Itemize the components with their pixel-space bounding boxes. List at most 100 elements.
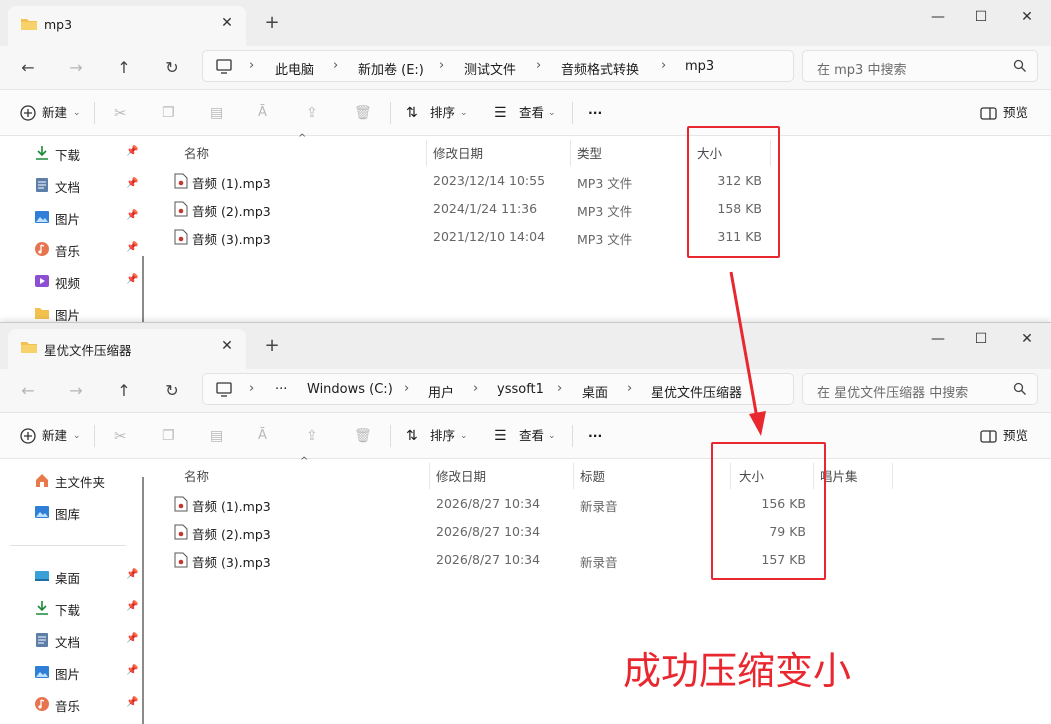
close-window-icon[interactable]: ✕ [1016,328,1038,350]
view-button[interactable]: 查看 [519,425,544,447]
refresh-icon[interactable]: ↻ [158,377,186,405]
copy-icon[interactable]: ❐ [162,425,175,447]
sort-button[interactable]: 排序 [430,102,455,124]
back-arrow-icon[interactable]: ← [14,54,42,82]
chevron-right-icon: › [536,58,542,73]
sort-button[interactable]: 排序 [430,425,455,447]
breadcrumb-mp3[interactable]: mp3 [685,59,714,74]
download-icon [36,146,48,160]
mp3-file-icon [174,524,188,540]
sidebar-item-videos[interactable]: 视频 📌 [34,270,138,292]
minimize-icon[interactable]: — [927,6,949,28]
desktop-icon [35,571,49,581]
rename-icon[interactable]: Ā [258,425,267,447]
address-bar[interactable]: › ··· Windows (C:) › 用户 › yssoft1 › 桌面 ›… [202,373,794,405]
sidebar-item-music[interactable]: 音乐 📌 [34,693,138,715]
sidebar-item-music[interactable]: 音乐 📌 [34,238,138,260]
more-options-button[interactable]: ··· [588,102,602,124]
search-input[interactable]: 在 星优文件压缩器 中搜索 [802,373,1038,405]
column-header-modified[interactable]: 修改日期 [433,142,483,166]
refresh-icon[interactable]: ↻ [158,54,186,82]
share-icon[interactable]: ⇪ [306,102,318,124]
delete-icon[interactable]: 🗑 [354,425,372,447]
sidebar-item-home[interactable]: 主文件夹 [34,469,138,491]
tab-compressor[interactable]: 星优文件压缩器 ✕ [8,329,246,369]
command-bar: 新建 ⌄ ✂ ❐ ▤ Ā ⇪ 🗑 ⇅ 排序 ⌄ ☰ 查看 ⌄ ··· 预览 [0,413,1051,459]
mp3-file-icon [174,173,188,189]
sidebar-item-downloads[interactable]: 下载 📌 [34,597,138,619]
title-bar: mp3 ✕ + — ☐ ✕ [0,0,1051,46]
sidebar-scrollbar[interactable] [142,477,144,724]
tab-title: 星优文件压缩器 [44,343,132,358]
copy-icon[interactable]: ❐ [162,102,175,124]
forward-arrow-icon[interactable]: → [62,54,90,82]
rename-icon[interactable]: Ā [258,102,267,124]
file-list: ^ 名称 修改日期 类型 大小 音频 (1).mp3 2023/12/14 10… [152,133,1051,330]
breadcrumb-compressor[interactable]: 星优文件压缩器 [651,382,742,401]
address-bar[interactable]: › 此电脑 › 新加卷 (E:) › 测试文件 › 音频格式转换 › mp3 [202,50,794,82]
table-row[interactable]: 音频 (2).mp3 2024/1/24 11:36 MP3 文件 158 KB [168,196,1051,222]
paste-icon[interactable]: ▤ [210,102,223,124]
delete-icon[interactable]: 🗑 [354,102,372,124]
sidebar-item-downloads[interactable]: 下载 📌 [34,142,138,164]
breadcrumb-test-files[interactable]: 测试文件 [464,59,516,78]
maximize-icon[interactable]: ☐ [970,328,992,350]
breadcrumb-volume-e[interactable]: 新加卷 (E:) [358,59,424,78]
table-row[interactable]: 音频 (2).mp3 2026/8/27 10:34 79 KB [168,519,1051,545]
chevron-right-icon: › [627,381,633,396]
breadcrumb-users[interactable]: 用户 [428,382,454,401]
sidebar-scrollbar[interactable] [142,256,144,330]
divider [390,425,391,447]
column-header-type[interactable]: 类型 [577,142,602,166]
up-arrow-icon[interactable]: ↑ [110,54,138,82]
share-icon[interactable]: ⇪ [306,425,318,447]
close-tab-icon[interactable]: ✕ [218,337,236,355]
minimize-icon[interactable]: — [927,328,949,350]
paste-icon[interactable]: ▤ [210,425,223,447]
new-button[interactable]: 新建 [42,425,67,447]
command-bar: 新建 ⌄ ✂ ❐ ▤ Ā ⇪ 🗑 ⇅ 排序 ⌄ ☰ 查看 ⌄ ··· 预览 [0,90,1051,136]
highlight-box-original-sizes [687,126,780,258]
breadcrumb-user[interactable]: yssoft1 [497,382,544,397]
view-button[interactable]: 查看 [519,102,544,124]
breadcrumb-audio-convert[interactable]: 音频格式转换 [561,59,639,78]
sidebar-item-documents[interactable]: 文档 📌 [34,174,138,196]
sidebar-item-gallery[interactable]: 图库 [34,501,138,523]
search-input[interactable]: 在 mp3 中搜索 [802,50,1038,82]
new-tab-icon[interactable]: + [262,336,282,356]
pin-icon: 📌 [126,274,139,285]
preview-button[interactable]: 预览 [1003,425,1028,447]
maximize-icon[interactable]: ☐ [970,6,992,28]
sidebar-item-pictures[interactable]: 图片 📌 [34,661,138,683]
up-arrow-icon[interactable]: ↑ [110,377,138,405]
cut-icon[interactable]: ✂ [114,102,127,124]
column-header-title[interactable]: 标题 [580,465,605,489]
tab-mp3[interactable]: mp3 ✕ [8,6,246,46]
column-header-name[interactable]: 名称 [184,142,209,166]
breadcrumb-this-pc[interactable]: 此电脑 [275,59,314,78]
sidebar-item-documents[interactable]: 文档 📌 [34,629,138,651]
close-window-icon[interactable]: ✕ [1016,6,1038,28]
new-button[interactable]: 新建 [42,102,67,124]
breadcrumb-desktop[interactable]: 桌面 [582,382,608,401]
breadcrumb-drive-c[interactable]: Windows (C:) [307,382,393,397]
cut-icon[interactable]: ✂ [114,425,127,447]
table-row[interactable]: 音频 (3).mp3 2026/8/27 10:34 新录音 157 KB [168,547,1051,573]
table-row[interactable]: 音频 (3).mp3 2021/12/10 14:04 MP3 文件 311 K… [168,224,1051,250]
sidebar-item-pictures[interactable]: 图片 📌 [34,206,138,228]
column-header-modified[interactable]: 修改日期 [436,465,486,489]
new-tab-icon[interactable]: + [262,13,282,33]
preview-button[interactable]: 预览 [1003,102,1028,124]
close-tab-icon[interactable]: ✕ [218,14,236,32]
sidebar-item-desktop[interactable]: 桌面 📌 [34,565,138,587]
column-header-name[interactable]: 名称 [184,465,209,489]
breadcrumb-overflow[interactable]: ··· [275,382,287,397]
divider [390,102,391,124]
table-row[interactable]: 音频 (1).mp3 2026/8/27 10:34 新录音 156 KB [168,491,1051,517]
back-arrow-icon[interactable]: ← [14,377,42,405]
sidebar-item-pictures-folder[interactable]: 图片 [34,302,138,324]
table-row[interactable]: 音频 (1).mp3 2023/12/14 10:55 MP3 文件 312 K… [168,168,1051,194]
forward-arrow-icon[interactable]: → [62,377,90,405]
file-list: ^ 名称 修改日期 标题 大小 唱片集 音频 (1).mp3 2026/8/27… [152,456,1051,724]
more-options-button[interactable]: ··· [588,425,602,447]
